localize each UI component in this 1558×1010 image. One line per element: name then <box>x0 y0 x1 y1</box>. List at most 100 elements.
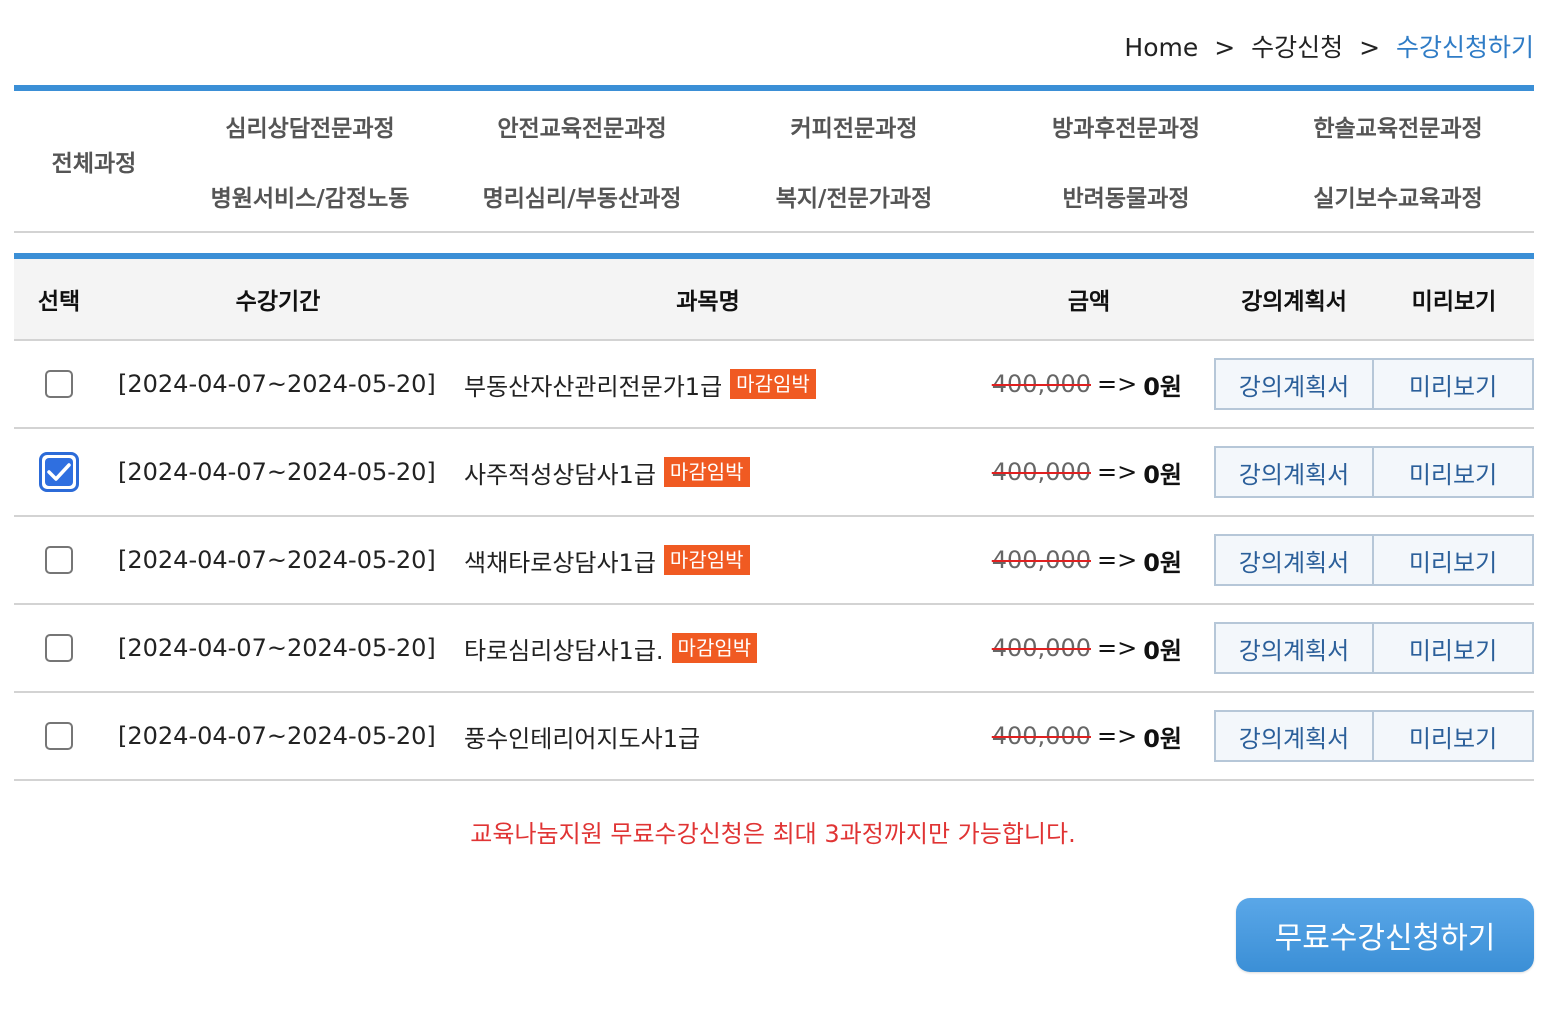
plan-cell: 강의계획서 <box>1214 341 1374 427</box>
row-checkbox[interactable] <box>39 452 79 492</box>
category-item[interactable]: 병원서비스/감정노동 <box>174 161 446 231</box>
lecture-plan-button[interactable]: 강의계획서 <box>1214 534 1374 586</box>
discount-price: 0원 <box>1143 372 1182 401</box>
row-checkbox[interactable] <box>45 634 73 662</box>
free-apply-button[interactable]: 무료수강신청하기 <box>1236 898 1534 972</box>
select-cell <box>14 693 104 779</box>
deadline-badge: 마감임박 <box>663 457 750 487</box>
course-period: [2024-04-07~2024-05-20] <box>118 546 436 574</box>
preview-button[interactable]: 미리보기 <box>1374 622 1534 674</box>
category-all[interactable]: 전체과정 <box>14 91 174 231</box>
notice-text: 교육나눔지원 무료수강신청은 최대 3과정까지만 가능합니다. <box>470 820 1076 848</box>
course-period: [2024-04-07~2024-05-20] <box>118 458 436 486</box>
course-period: [2024-04-07~2024-05-20] <box>118 370 436 398</box>
course-name: 타로심리상담사1급. <box>464 636 664 665</box>
breadcrumb-current[interactable]: 수강신청하기 <box>1396 33 1534 62</box>
category-item[interactable]: 안전교육전문과정 <box>446 91 718 161</box>
breadcrumb-level1[interactable]: 수강신청 <box>1251 33 1343 62</box>
row-checkbox[interactable] <box>45 722 73 750</box>
category-item[interactable]: 한솔교육전문과정 <box>1262 91 1534 161</box>
original-price: 400,000 <box>991 458 1091 486</box>
price-arrow: => <box>1097 722 1138 750</box>
price-cell: 400,000 => 0원 <box>914 693 1182 779</box>
table-row: [2024-04-07~2024-05-20] 부동산자산관리전문가1급 마감임박 4… <box>14 341 1534 429</box>
course-name-cell: 사주적성상담사1급 마감임박 <box>464 429 984 515</box>
select-cell <box>14 429 104 515</box>
header-select: 선택 <box>37 289 81 315</box>
discount-price: 0원 <box>1143 460 1182 489</box>
preview-cell: 미리보기 <box>1374 693 1534 779</box>
course-name-cell: 부동산자산관리전문가1급 마감임박 <box>464 341 984 427</box>
category-item[interactable]: 실기보수교육과정 <box>1262 161 1534 231</box>
lecture-plan-button[interactable]: 강의계획서 <box>1214 710 1374 762</box>
deadline-badge: 마감임박 <box>671 633 758 663</box>
table-row: [2024-04-07~2024-05-20] 풍수인테리어지도사1급 400,00… <box>14 693 1534 781</box>
table-row: [2024-04-07~2024-05-20] 사주적성상담사1급 마감임박 400,… <box>14 429 1534 517</box>
original-price: 400,000 <box>991 722 1091 750</box>
category-item[interactable]: 심리상담전문과정 <box>174 91 446 161</box>
lecture-plan-button[interactable]: 강의계획서 <box>1214 358 1374 410</box>
category-item[interactable]: 방과후전문과정 <box>990 91 1262 161</box>
course-table: 선택 수강기간 과목명 금액 강의계획서 미리보기 [2024-04-07~20… <box>14 253 1534 781</box>
checkmark-icon <box>45 458 73 486</box>
preview-button[interactable]: 미리보기 <box>1374 710 1534 762</box>
price-arrow: => <box>1097 458 1138 486</box>
deadline-badge: 마감임박 <box>663 545 750 575</box>
preview-cell: 미리보기 <box>1374 605 1534 691</box>
row-checkbox[interactable] <box>45 546 73 574</box>
select-cell <box>14 341 104 427</box>
row-checkbox[interactable] <box>45 370 73 398</box>
preview-cell: 미리보기 <box>1374 517 1534 603</box>
plan-cell: 강의계획서 <box>1214 517 1374 603</box>
course-period: [2024-04-07~2024-05-20] <box>118 722 436 750</box>
price-arrow: => <box>1097 370 1138 398</box>
price-cell: 400,000 => 0원 <box>914 429 1182 515</box>
preview-button[interactable]: 미리보기 <box>1374 534 1534 586</box>
plan-cell: 강의계획서 <box>1214 693 1374 779</box>
course-name: 색채타로상담사1급 <box>464 548 656 577</box>
discount-price: 0원 <box>1143 724 1182 753</box>
plan-cell: 강의계획서 <box>1214 429 1374 515</box>
lecture-plan-button[interactable]: 강의계획서 <box>1214 446 1374 498</box>
select-cell <box>14 517 104 603</box>
course-name: 부동산자산관리전문가1급 <box>464 372 723 401</box>
price-arrow: => <box>1097 634 1138 662</box>
header-name: 과목명 <box>676 289 740 315</box>
course-name-cell: 타로심리상담사1급. 마감임박 <box>464 605 984 691</box>
original-price: 400,000 <box>991 634 1091 662</box>
breadcrumb-separator: > <box>1359 33 1381 62</box>
price-arrow: => <box>1097 546 1138 574</box>
preview-button[interactable]: 미리보기 <box>1374 446 1534 498</box>
discount-price: 0원 <box>1143 548 1182 577</box>
category-item[interactable]: 명리심리/부동산과정 <box>446 161 718 231</box>
preview-button[interactable]: 미리보기 <box>1374 358 1534 410</box>
course-name-cell: 풍수인테리어지도사1급 <box>464 693 984 779</box>
course-name-cell: 색채타로상담사1급 마감임박 <box>464 517 984 603</box>
discount-price: 0원 <box>1143 636 1182 665</box>
breadcrumb-home[interactable]: Home <box>1124 33 1198 62</box>
preview-cell: 미리보기 <box>1374 429 1534 515</box>
original-price: 400,000 <box>991 370 1091 398</box>
header-period: 수강기간 <box>235 289 321 315</box>
lecture-plan-button[interactable]: 강의계획서 <box>1214 622 1374 674</box>
course-name: 사주적성상담사1급 <box>464 460 656 489</box>
price-cell: 400,000 => 0원 <box>914 517 1182 603</box>
header-preview: 미리보기 <box>1411 289 1497 315</box>
course-name: 풍수인테리어지도사1급 <box>464 724 701 753</box>
course-period: [2024-04-07~2024-05-20] <box>118 634 436 662</box>
category-item[interactable]: 반려동물과정 <box>990 161 1262 231</box>
category-grid: 심리상담전문과정 안전교육전문과정 커피전문과정 방과후전문과정 한솔교육전문과… <box>174 91 1534 231</box>
deadline-badge: 마감임박 <box>730 369 816 399</box>
plan-cell: 강의계획서 <box>1214 605 1374 691</box>
table-row: [2024-04-07~2024-05-20] 색채타로상담사1급 마감임박 400,… <box>14 517 1534 605</box>
breadcrumb: Home > 수강신청 > 수강신청하기 <box>1124 28 1534 64</box>
original-price: 400,000 <box>991 546 1091 574</box>
header-price: 금액 <box>1067 289 1111 315</box>
select-cell <box>14 605 104 691</box>
category-item[interactable]: 복지/전문가과정 <box>718 161 990 231</box>
category-item[interactable]: 커피전문과정 <box>718 91 990 161</box>
price-cell: 400,000 => 0원 <box>914 605 1182 691</box>
preview-cell: 미리보기 <box>1374 341 1534 427</box>
breadcrumb-separator: > <box>1214 33 1236 62</box>
price-cell: 400,000 => 0원 <box>914 341 1182 427</box>
